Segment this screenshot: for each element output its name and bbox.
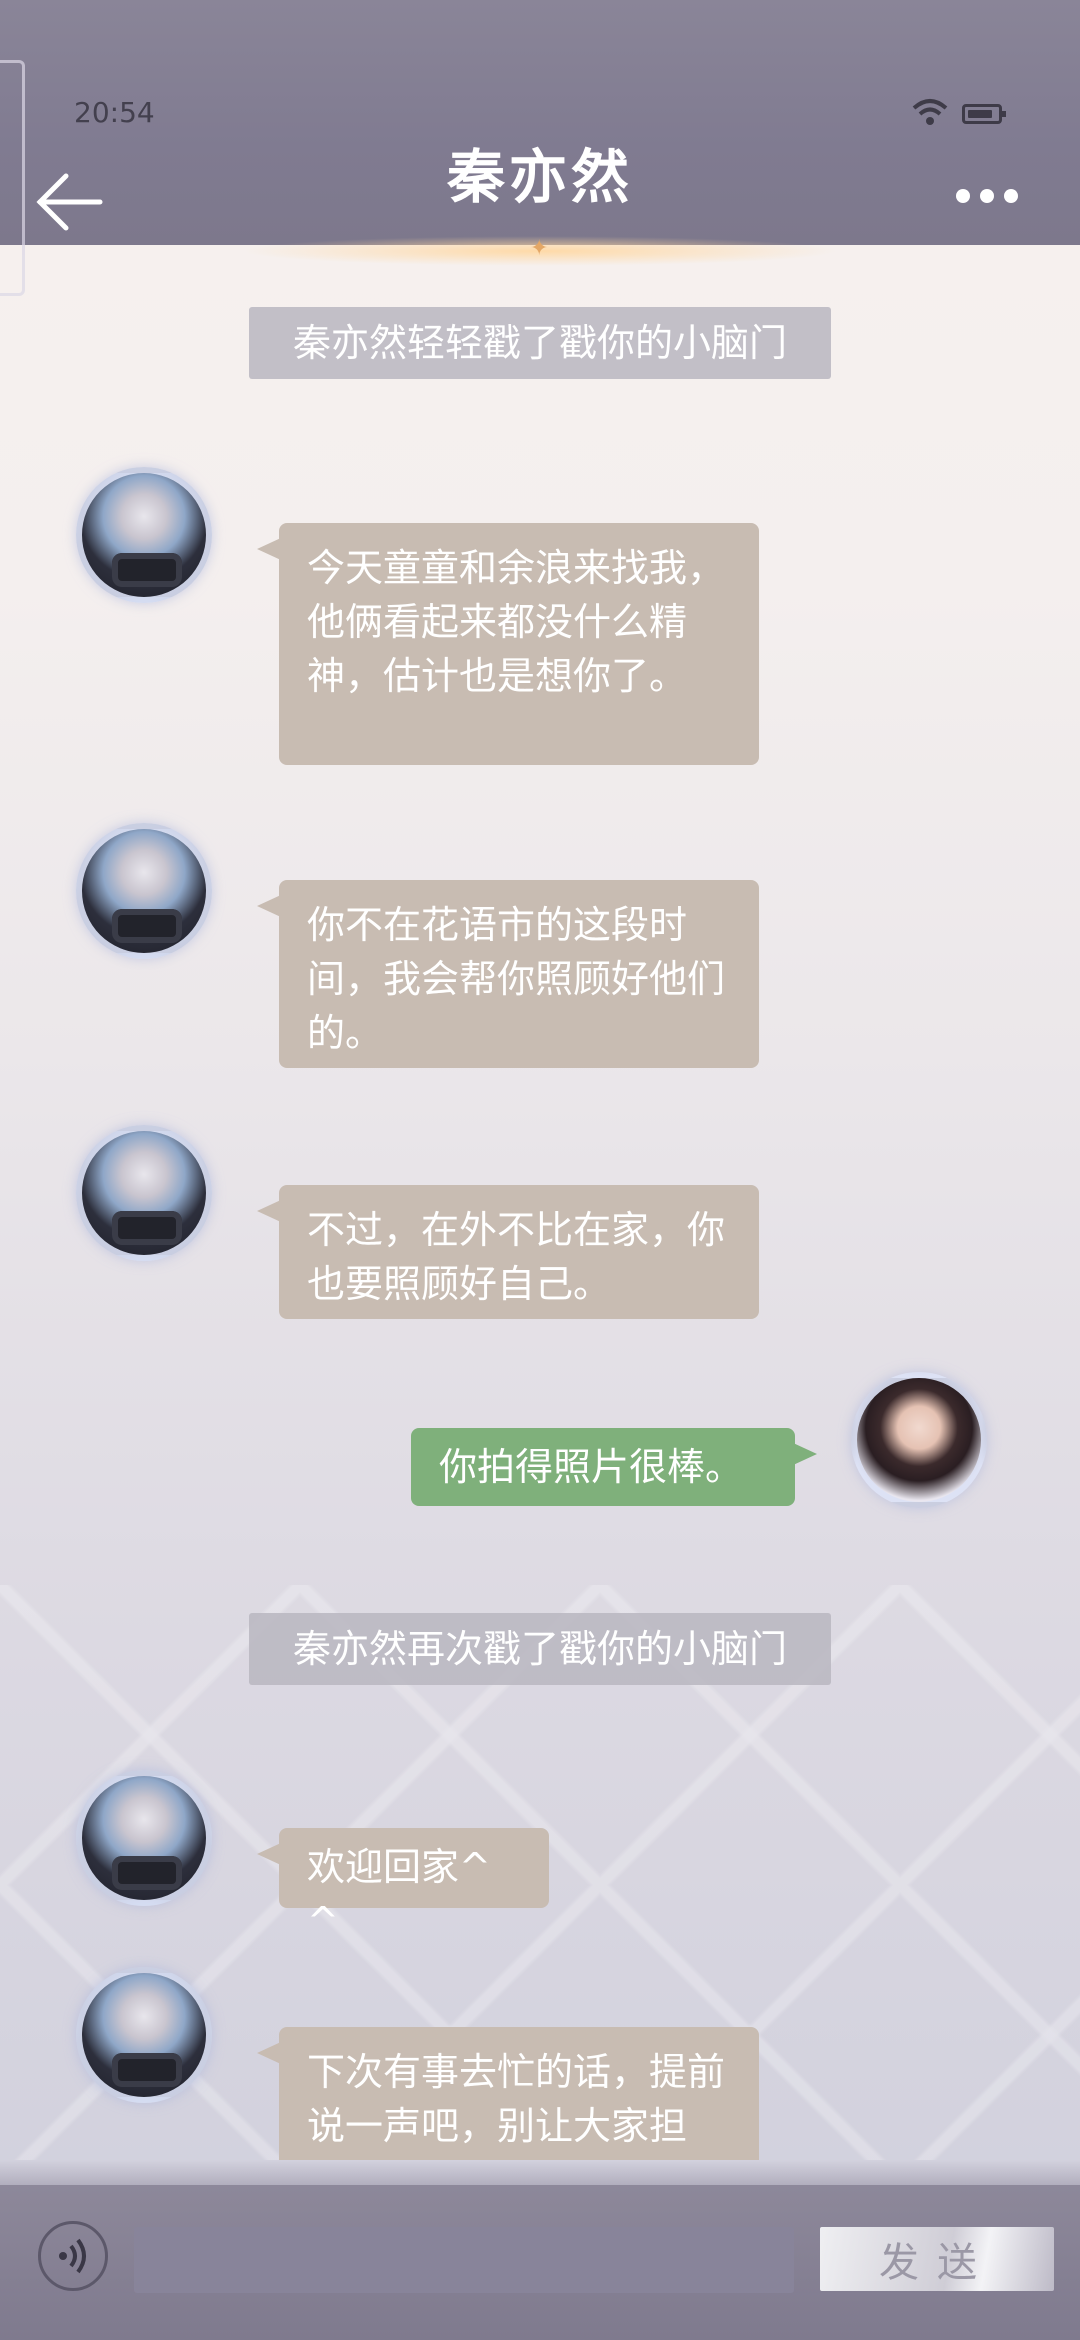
avatar-qin[interactable] <box>76 1125 212 1261</box>
message-list[interactable]: 秦亦然轻轻戳了戳你的小脑门 今天童童和余浪来找我，他俩看起来都没什么精神，估计也… <box>0 245 1080 2160</box>
avatar-qin[interactable] <box>76 467 212 603</box>
send-button[interactable]: 发送 <box>820 2227 1054 2291</box>
more-button[interactable] <box>956 188 1028 212</box>
avatar-qin[interactable] <box>76 823 212 959</box>
avatar-qin[interactable] <box>76 1967 212 2103</box>
status-time: 20:54 <box>74 96 155 129</box>
input-bar-divider <box>0 2160 1080 2185</box>
header-bar: 20:54 秦亦然 <box>0 0 1080 296</box>
message-bubble-self[interactable]: 你拍得照片很棒。 <box>411 1428 817 1506</box>
battery-icon <box>962 104 1006 124</box>
voice-icon <box>59 2238 86 2274</box>
chat-title: 秦亦然 <box>446 143 633 211</box>
wifi-icon <box>912 99 948 125</box>
voice-button[interactable] <box>38 2221 108 2291</box>
message-bubble[interactable]: 下次有事去忙的话，提前说一声吧，别让大家担心。 <box>257 2027 759 2160</box>
avatar-qin[interactable] <box>76 1770 212 1906</box>
more-dots-icon <box>956 189 970 203</box>
message-bubble[interactable]: 你不在花语市的这段时间，我会帮你照顾好他们的。 <box>257 880 759 1068</box>
system-note: 秦亦然轻轻戳了戳你的小脑门 <box>249 307 831 379</box>
system-note: 秦亦然再次戳了戳你的小脑门 <box>249 1613 831 1685</box>
message-input[interactable] <box>134 2227 794 2293</box>
message-bubble[interactable]: 欢迎回家^ ^ <box>257 1828 549 1943</box>
input-bar: 发送 <box>0 2185 1080 2340</box>
avatar-self[interactable] <box>851 1372 987 1508</box>
message-bubble[interactable]: 不过，在外不比在家，你也要照顾好自己。 <box>257 1185 759 1319</box>
message-bubble[interactable]: 今天童童和余浪来找我，他俩看起来都没什么精神，估计也是想你了。 <box>257 523 759 765</box>
